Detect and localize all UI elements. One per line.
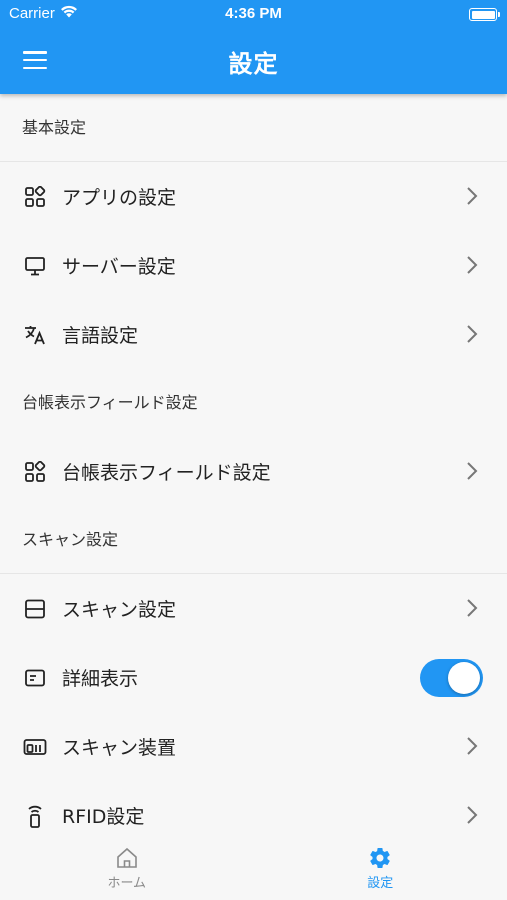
chevron-right-icon — [467, 462, 478, 480]
settings-item-scan-device[interactable]: スキャン装置 — [0, 712, 507, 781]
status-bar: Carrier 4:36 PM — [0, 0, 507, 28]
monitor-icon — [22, 253, 48, 279]
detail-card-icon — [22, 665, 48, 691]
settings-item-language[interactable]: 言語設定 — [0, 300, 507, 369]
nav-tab-label: 設定 — [367, 876, 394, 891]
settings-list: 基本設定 アプリの設定 サーバー設定 言語設定 台帳表示フィールド設定 台帳表示… — [0, 94, 507, 850]
scan-frame-icon — [22, 596, 48, 622]
settings-item-label: サーバー設定 — [62, 256, 176, 278]
settings-item-label: 言語設定 — [62, 325, 139, 347]
chevron-right-icon — [467, 187, 478, 205]
translate-icon — [22, 322, 48, 348]
chevron-right-icon — [467, 737, 478, 755]
section-header-basic: 基本設定 — [0, 94, 507, 162]
devices-icon — [22, 734, 48, 760]
settings-item-app[interactable]: アプリの設定 — [0, 162, 507, 231]
section-header-scan: スキャン設定 — [0, 506, 507, 574]
chevron-right-icon — [467, 599, 478, 617]
settings-item-label: スキャン設定 — [62, 599, 177, 621]
bottom-nav: ホーム 設定 — [0, 842, 507, 900]
apps-grid-icon — [22, 184, 48, 210]
clock: 4:36 PM — [225, 5, 282, 22]
app-header: Carrier 4:36 PM 設定 — [0, 0, 507, 94]
page-title: 設定 — [228, 50, 279, 78]
nav-tab-settings[interactable]: 設定 — [254, 842, 507, 900]
nav-tab-home[interactable]: ホーム — [0, 842, 254, 900]
chevron-right-icon — [467, 806, 478, 824]
settings-item-detail-view: 詳細表示 — [0, 643, 507, 712]
nav-tab-label: ホーム — [107, 876, 147, 891]
settings-item-label: スキャン装置 — [62, 737, 177, 759]
section-header-ledger: 台帳表示フィールド設定 — [22, 393, 198, 412]
settings-item-label: 台帳表示フィールド設定 — [62, 462, 271, 484]
settings-item-scan[interactable]: スキャン設定 — [0, 574, 507, 643]
settings-item-label: アプリの設定 — [62, 187, 177, 209]
apps-grid-icon — [22, 459, 48, 485]
settings-item-rfid[interactable]: RFID設定 — [0, 781, 507, 850]
rfid-icon — [22, 803, 48, 829]
settings-item-server[interactable]: サーバー設定 — [0, 231, 507, 300]
battery-icon — [469, 8, 500, 21]
chevron-right-icon — [467, 325, 478, 343]
settings-item-label: RFID設定 — [62, 806, 145, 828]
chevron-right-icon — [467, 256, 478, 274]
settings-item-label: 詳細表示 — [62, 668, 139, 690]
home-icon — [116, 847, 137, 868]
gear-icon — [370, 848, 390, 869]
settings-item-ledger-fields[interactable]: 台帳表示フィールド設定 — [0, 437, 507, 506]
detail-view-toggle[interactable] — [420, 659, 483, 697]
toggle-knob — [448, 662, 480, 694]
